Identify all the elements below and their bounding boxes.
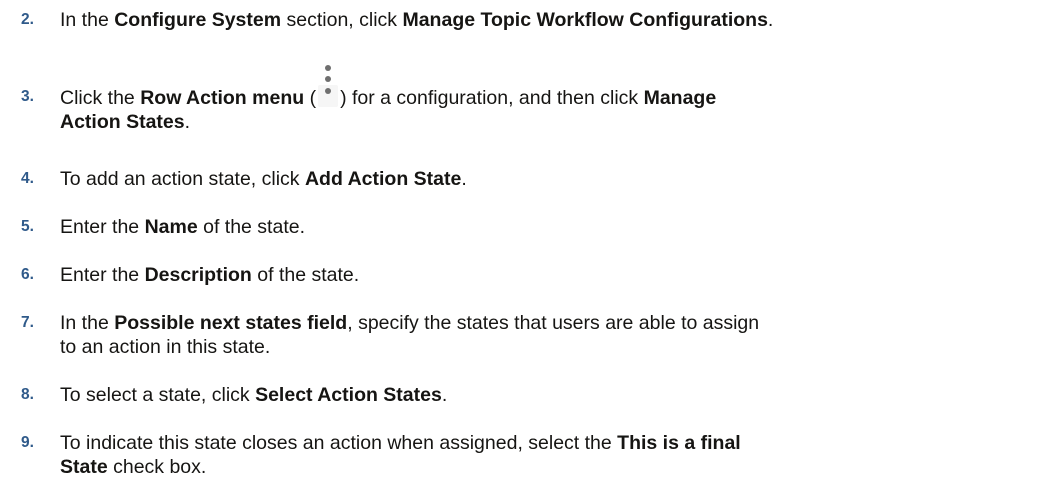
ui-term: Row Action menu — [140, 87, 305, 109]
text-segment: check box. — [107, 456, 207, 478]
step-number: 9. — [21, 434, 34, 451]
ui-term: State — [60, 456, 108, 478]
step-number: 2. — [21, 11, 34, 28]
ui-term: Manage — [643, 87, 717, 109]
vertical-ellipsis-icon — [318, 65, 339, 107]
ui-term: Configure System — [114, 9, 282, 31]
ellipsis-dot — [325, 88, 332, 94]
step-text: To indicate this state closes an action … — [60, 431, 1040, 479]
step-text: In the Configure System section, click M… — [60, 8, 1040, 32]
text-segment: To add an action state, click — [60, 168, 305, 190]
ui-term: Add Action State — [304, 168, 462, 190]
text-segment: of the state. — [197, 216, 306, 238]
text-segment: of the state. — [251, 264, 360, 286]
step-number: 3. — [21, 88, 34, 105]
step-text: In the Possible next states field, speci… — [60, 311, 1040, 359]
text-segment: In the — [60, 312, 115, 334]
text-segment: . — [767, 9, 774, 31]
step-text: To add an action state, click Add Action… — [60, 167, 1040, 191]
text-segment: . — [461, 168, 467, 190]
ui-term: Manage Topic Workflow Configurations — [402, 9, 768, 31]
ui-term: This is a final — [617, 432, 741, 454]
text-segment: To indicate this state closes an action … — [60, 432, 618, 454]
step-number: 6. — [21, 266, 34, 283]
step-text: Enter the Description of the state. — [60, 263, 1040, 287]
text-segment: to an action in this state. — [60, 336, 271, 358]
text-segment: ) for a configuration, and then click — [340, 87, 644, 109]
ellipsis-dot — [325, 76, 332, 82]
step-number: 4. — [21, 170, 34, 187]
step-text: To select a state, click Select Action S… — [60, 383, 1040, 407]
step-number: 8. — [21, 386, 34, 403]
ui-term: Possible next states field — [114, 312, 348, 334]
step-number: 7. — [21, 314, 34, 331]
ui-term: Action States — [60, 111, 185, 133]
text-segment: To select a state, click — [60, 384, 256, 406]
step-number: 5. — [21, 218, 34, 235]
text-segment: In the — [60, 9, 115, 31]
text-segment: ( — [304, 87, 317, 109]
text-segment: Enter the — [60, 264, 145, 286]
text-segment: . — [441, 384, 448, 406]
text-segment: section, click — [281, 9, 403, 31]
ui-term: Description — [144, 264, 252, 286]
text-segment: Click the — [60, 87, 141, 109]
ui-term: Name — [144, 216, 198, 238]
step-text: Enter the Name of the state. — [60, 215, 1040, 239]
text-segment: . — [184, 111, 191, 133]
ui-term: Select Action States — [255, 384, 442, 406]
text-segment: , specify the states that users are able… — [347, 312, 760, 334]
text-segment: Enter the — [60, 216, 145, 238]
ellipsis-dot — [325, 65, 332, 71]
step-text: Click the Row Action menu ( ) for a confi… — [60, 65, 1040, 134]
